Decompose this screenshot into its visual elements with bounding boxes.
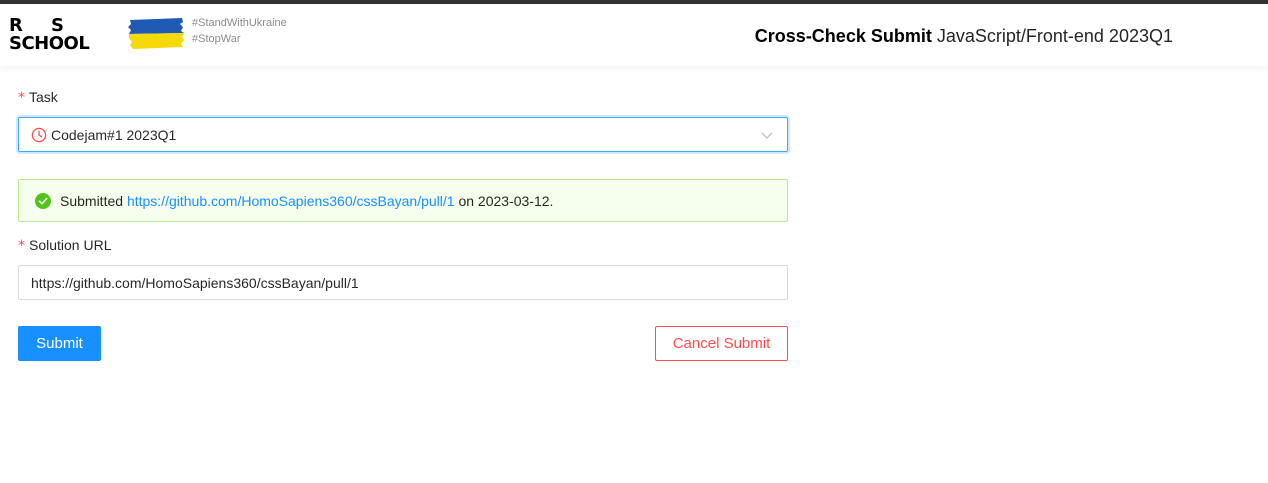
alert-message: Submitted https://github.com/HomoSapiens… — [60, 191, 553, 211]
chevron-down-icon — [761, 132, 773, 139]
alert-prefix: Submitted — [60, 193, 124, 209]
submission-link[interactable]: https://github.com/HomoSapiens360/cssBay… — [127, 193, 455, 209]
cancel-submit-button[interactable]: Cancel Submit — [655, 326, 788, 361]
solution-url-input[interactable] — [18, 265, 788, 300]
solution-url-label-text: Solution URL — [29, 237, 112, 253]
ukraine-flag-icon — [128, 18, 184, 49]
required-mark: * — [18, 90, 25, 106]
tag-stand-with-ukraine: #StandWithUkraine — [192, 17, 287, 29]
clock-icon — [31, 127, 47, 143]
task-label-text: Task — [29, 89, 58, 105]
solution-url-label: * Solution URL — [18, 234, 112, 257]
logo-line2: SCHOOL — [9, 33, 90, 54]
required-mark: * — [18, 238, 25, 254]
page-title: Cross-Check Submit JavaScript/Front-end … — [755, 25, 1173, 47]
alert-date: on 2023-03-12. — [458, 193, 554, 209]
task-select-value: Codejam#1 2023Q1 — [51, 127, 177, 143]
hashtags: #StandWithUkraine #StopWar — [192, 15, 287, 47]
tag-stop-war: #StopWar — [192, 33, 241, 45]
task-select[interactable]: Codejam#1 2023Q1 — [18, 117, 788, 152]
submit-button[interactable]: Submit — [18, 326, 101, 361]
submitted-alert: Submitted https://github.com/HomoSapiens… — [18, 179, 788, 222]
check-circle-icon — [35, 193, 51, 209]
page-title-course: JavaScript/Front-end 2023Q1 — [936, 26, 1173, 46]
task-label: * Task — [18, 86, 58, 109]
page-title-bold: Cross-Check Submit — [754, 26, 932, 46]
header: R S SCHOOL #StandWithUkraine #StopWar Cr… — [0, 4, 1268, 66]
rs-school-logo[interactable]: R S SCHOOL — [9, 17, 101, 53]
